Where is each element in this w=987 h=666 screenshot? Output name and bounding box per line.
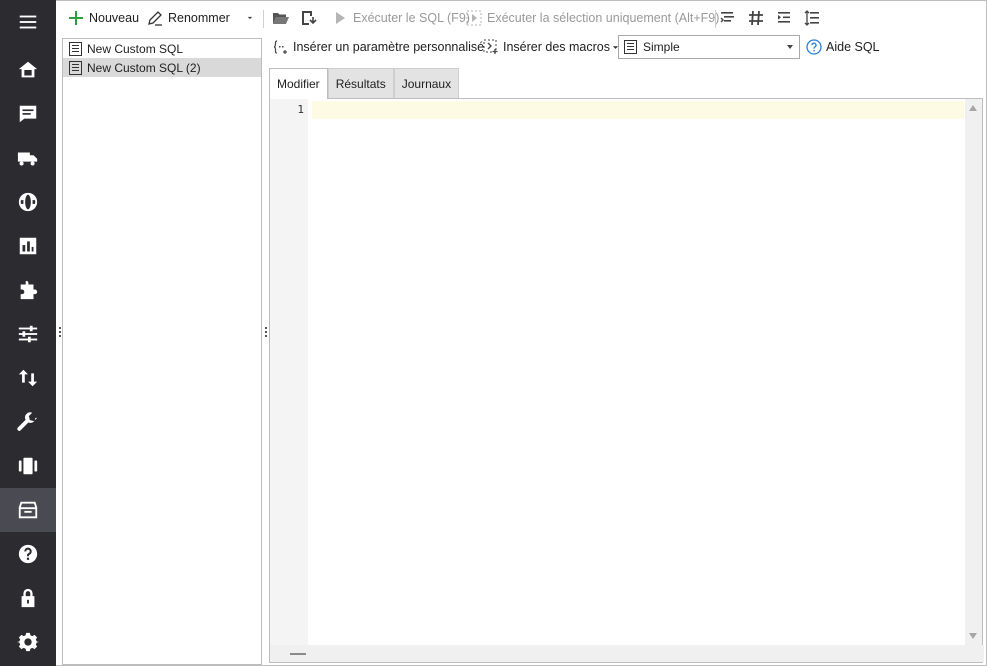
- archive-button[interactable]: [0, 488, 56, 532]
- line-number-gutter: 1: [270, 99, 308, 645]
- document-icon: [69, 41, 82, 56]
- macro-icon: [483, 39, 498, 54]
- panel-splitter-handle[interactable]: [264, 327, 267, 337]
- hash-icon: [749, 10, 763, 26]
- play-icon: [336, 12, 345, 24]
- save-down-icon: [302, 11, 317, 25]
- insert-macros-label: Insérer des macros: [503, 40, 610, 54]
- settings-button[interactable]: [0, 620, 56, 664]
- rename-label: Renommer: [168, 11, 230, 25]
- chevron-down-icon: [247, 16, 253, 20]
- format-sql-button[interactable]: [719, 6, 737, 30]
- list-item-label: New Custom SQL: [87, 41, 184, 56]
- tab-resultats[interactable]: Résultats: [327, 68, 394, 98]
- insert-parameter-label: Insérer un paramètre personnalisé: [293, 40, 485, 54]
- truck-icon: [17, 152, 38, 166]
- current-line-highlight: [312, 101, 964, 119]
- new-button[interactable]: Nouveau: [67, 6, 139, 30]
- settings-sliders-button[interactable]: [0, 312, 56, 356]
- run-sql-button[interactable]: Exécuter le SQL (F9): [331, 6, 470, 30]
- left-splitter-handle[interactable]: [58, 327, 61, 337]
- scroll-up-arrow-icon[interactable]: [969, 105, 977, 111]
- scroll-thumb[interactable]: [290, 653, 306, 655]
- folder-open-icon: [273, 13, 289, 24]
- chart-icon: [19, 237, 37, 255]
- format-icon: [720, 12, 734, 23]
- indent-button[interactable]: [775, 6, 793, 30]
- rename-button[interactable]: Renommer: [146, 6, 230, 30]
- list-item[interactable]: New Custom SQL (2): [63, 58, 261, 77]
- sql-help-button[interactable]: Aide SQL: [806, 36, 880, 58]
- chat-icon: [19, 105, 37, 123]
- sliders-icon: [18, 325, 38, 343]
- sql-help-label: Aide SQL: [826, 40, 880, 54]
- puzzle-icon: [20, 280, 38, 300]
- archive-icon: [18, 501, 38, 519]
- parameter-icon: [273, 40, 287, 54]
- help-circle-icon: [806, 39, 822, 55]
- home-button[interactable]: [0, 48, 56, 92]
- help-button[interactable]: [0, 532, 56, 576]
- tab-journaux[interactable]: Journaux: [393, 68, 460, 98]
- pencil-icon: [148, 11, 162, 26]
- reports-button[interactable]: [0, 224, 56, 268]
- toolbar-divider: [715, 10, 716, 28]
- run-sql-label: Exécuter le SQL (F9): [353, 11, 470, 25]
- sql-editor[interactable]: 1: [269, 98, 984, 663]
- insert-parameter-button[interactable]: Insérer un paramètre personnalisé: [273, 36, 484, 58]
- help-icon: [18, 544, 38, 564]
- query-list: New Custom SQL New Custom SQL (2): [62, 38, 262, 665]
- vertical-scrollbar[interactable]: [965, 99, 982, 645]
- chat-button[interactable]: [0, 92, 56, 136]
- security-button[interactable]: [0, 576, 56, 620]
- tab-modifier[interactable]: Modifier: [269, 68, 328, 99]
- run-selection-button[interactable]: Exécuter la sélection uniquement (Alt+F9…: [465, 6, 719, 30]
- transfer-icon: [18, 369, 38, 387]
- insert-macros-button[interactable]: Insérer des macros: [483, 36, 619, 58]
- toolbar-divider: [263, 10, 264, 28]
- menu-button[interactable]: [0, 0, 56, 44]
- film-icon: [18, 457, 38, 475]
- transfer-button[interactable]: [0, 356, 56, 400]
- lock-icon: [21, 588, 35, 608]
- save-file-button[interactable]: [300, 6, 318, 30]
- run-selection-label: Exécuter la sélection uniquement (Alt+F9…: [487, 11, 720, 25]
- play-selection-icon: [466, 10, 482, 26]
- line-numbers-button[interactable]: [803, 6, 821, 30]
- document-icon: [624, 40, 637, 54]
- scroll-down-arrow-icon[interactable]: [969, 633, 977, 639]
- gear-icon: [17, 632, 39, 652]
- wrench-icon: [17, 412, 38, 431]
- menu-icon: [19, 15, 37, 29]
- comment-button[interactable]: [747, 6, 765, 30]
- list-item-label: New Custom SQL (2): [87, 60, 201, 75]
- mode-select-value: Simple: [643, 40, 680, 54]
- list-item[interactable]: New Custom SQL: [63, 39, 261, 58]
- mode-select[interactable]: Simple: [618, 35, 800, 59]
- open-file-button[interactable]: [272, 6, 290, 30]
- horizontal-scrollbar[interactable]: [270, 645, 984, 662]
- navigation-rail: [0, 0, 56, 666]
- plugins-button[interactable]: [0, 268, 56, 312]
- home-icon: [18, 61, 38, 78]
- plus-icon: [69, 11, 83, 25]
- media-button[interactable]: [0, 444, 56, 488]
- chevron-down-icon: [787, 45, 793, 49]
- editor-tabs: Modifier Résultats Journaux: [269, 68, 460, 99]
- rename-dropdown-button[interactable]: [245, 6, 255, 30]
- main-toolbar: Nouveau Renommer Exécuter le SQL (F9) Ex…: [57, 2, 985, 34]
- line-number: 1: [297, 103, 304, 116]
- tools-button[interactable]: [0, 400, 56, 444]
- indent-icon: [778, 12, 790, 23]
- new-label: Nouveau: [89, 11, 140, 25]
- globe-icon: [18, 192, 38, 212]
- document-icon: [69, 60, 82, 75]
- list-numbered-icon: [804, 10, 819, 26]
- web-button[interactable]: [0, 180, 56, 224]
- shipping-button[interactable]: [0, 136, 56, 180]
